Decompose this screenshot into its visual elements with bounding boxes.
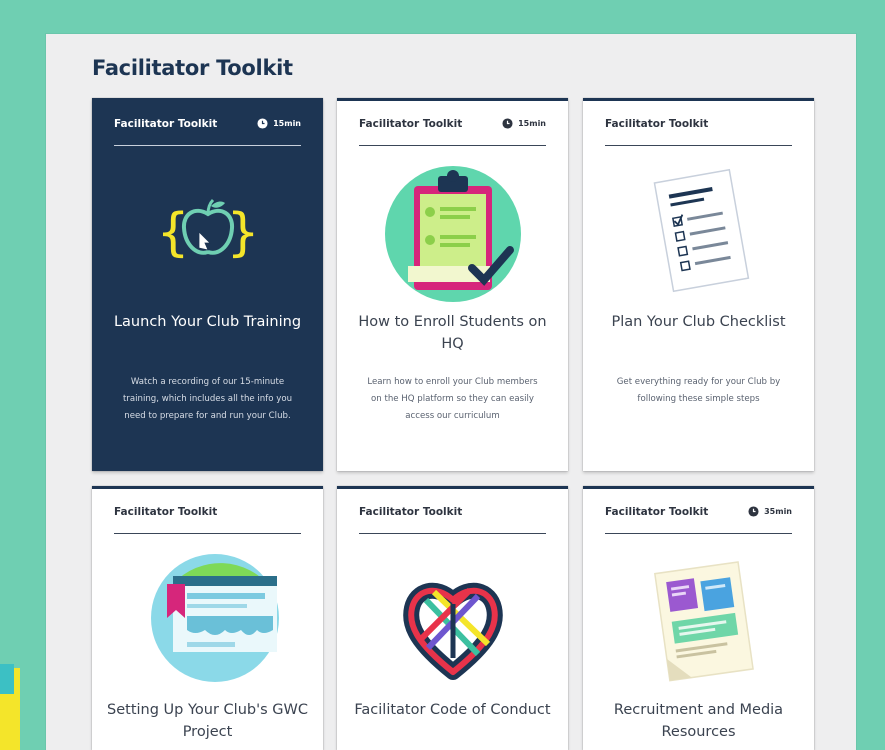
- card-title: Plan Your Club Checklist: [611, 314, 786, 330]
- card-title: Recruitment and Media Resources: [613, 702, 784, 740]
- card-setting-up-your-clubs-gwc-project[interactable]: Facilitator Toolkit Setting Up Your Club…: [92, 486, 323, 750]
- card-facilitator-code-of-conduct[interactable]: Facilitator Toolkit Facilitator Code of …: [337, 486, 568, 750]
- card-kicker: Facilitator Toolkit: [605, 118, 709, 130]
- apple-braces-icon: { }: [133, 156, 283, 306]
- card-description: Learn how to enroll your Club members on…: [367, 377, 538, 421]
- card-kicker: Facilitator Toolkit: [605, 506, 709, 518]
- card-title: Facilitator Code of Conduct: [354, 702, 551, 718]
- card-description: Watch a recording of our 15-minute train…: [122, 377, 293, 421]
- card-duration-label: 15min: [518, 119, 546, 128]
- decorative-teal-shape: [0, 664, 14, 694]
- card-title: Setting Up Your Club's GWC Project: [107, 702, 308, 740]
- clipboard-check-icon: [378, 156, 528, 306]
- card-duration-label: 35min: [764, 507, 792, 516]
- card-kicker: Facilitator Toolkit: [359, 506, 463, 518]
- card-kicker: Facilitator Toolkit: [114, 118, 218, 130]
- card-divider: [114, 145, 301, 146]
- page-title: Facilitator Toolkit: [92, 56, 293, 80]
- card-divider: [359, 533, 546, 534]
- card-duration: 15min: [502, 118, 546, 129]
- card-recruitment-and-media-resources[interactable]: Facilitator Toolkit 35min Recruitment an…: [583, 486, 814, 750]
- checklist-document-icon: [624, 156, 774, 306]
- card-divider: [605, 145, 792, 146]
- card-duration: 15min: [257, 118, 301, 129]
- woven-heart-icon: [378, 544, 528, 694]
- card-kicker: Facilitator Toolkit: [359, 118, 463, 130]
- card-description: Get everything ready for your Club by fo…: [616, 377, 781, 404]
- card-kicker: Facilitator Toolkit: [114, 506, 218, 518]
- card-title: How to Enroll Students on HQ: [358, 314, 547, 352]
- card-divider: [359, 145, 546, 146]
- card-divider: [114, 533, 301, 534]
- card-title: Launch Your Club Training: [113, 314, 302, 330]
- card-plan-your-club-checklist[interactable]: Facilitator Toolkit Plan Your Club Check…: [583, 98, 814, 471]
- card-launch-your-club-training[interactable]: Facilitator Toolkit 15min { } Launch You…: [92, 98, 323, 471]
- clock-icon: [257, 118, 268, 129]
- bookmarked-browser-icon: [133, 544, 283, 694]
- card-duration: 35min: [748, 506, 792, 517]
- card-duration-label: 15min: [273, 119, 301, 128]
- card-divider: [605, 533, 792, 534]
- media-flyer-icon: [624, 544, 774, 694]
- card-how-to-enroll-students[interactable]: Facilitator Toolkit 15min How to Enroll …: [337, 98, 568, 471]
- clock-icon: [502, 118, 513, 129]
- clock-icon: [748, 506, 759, 517]
